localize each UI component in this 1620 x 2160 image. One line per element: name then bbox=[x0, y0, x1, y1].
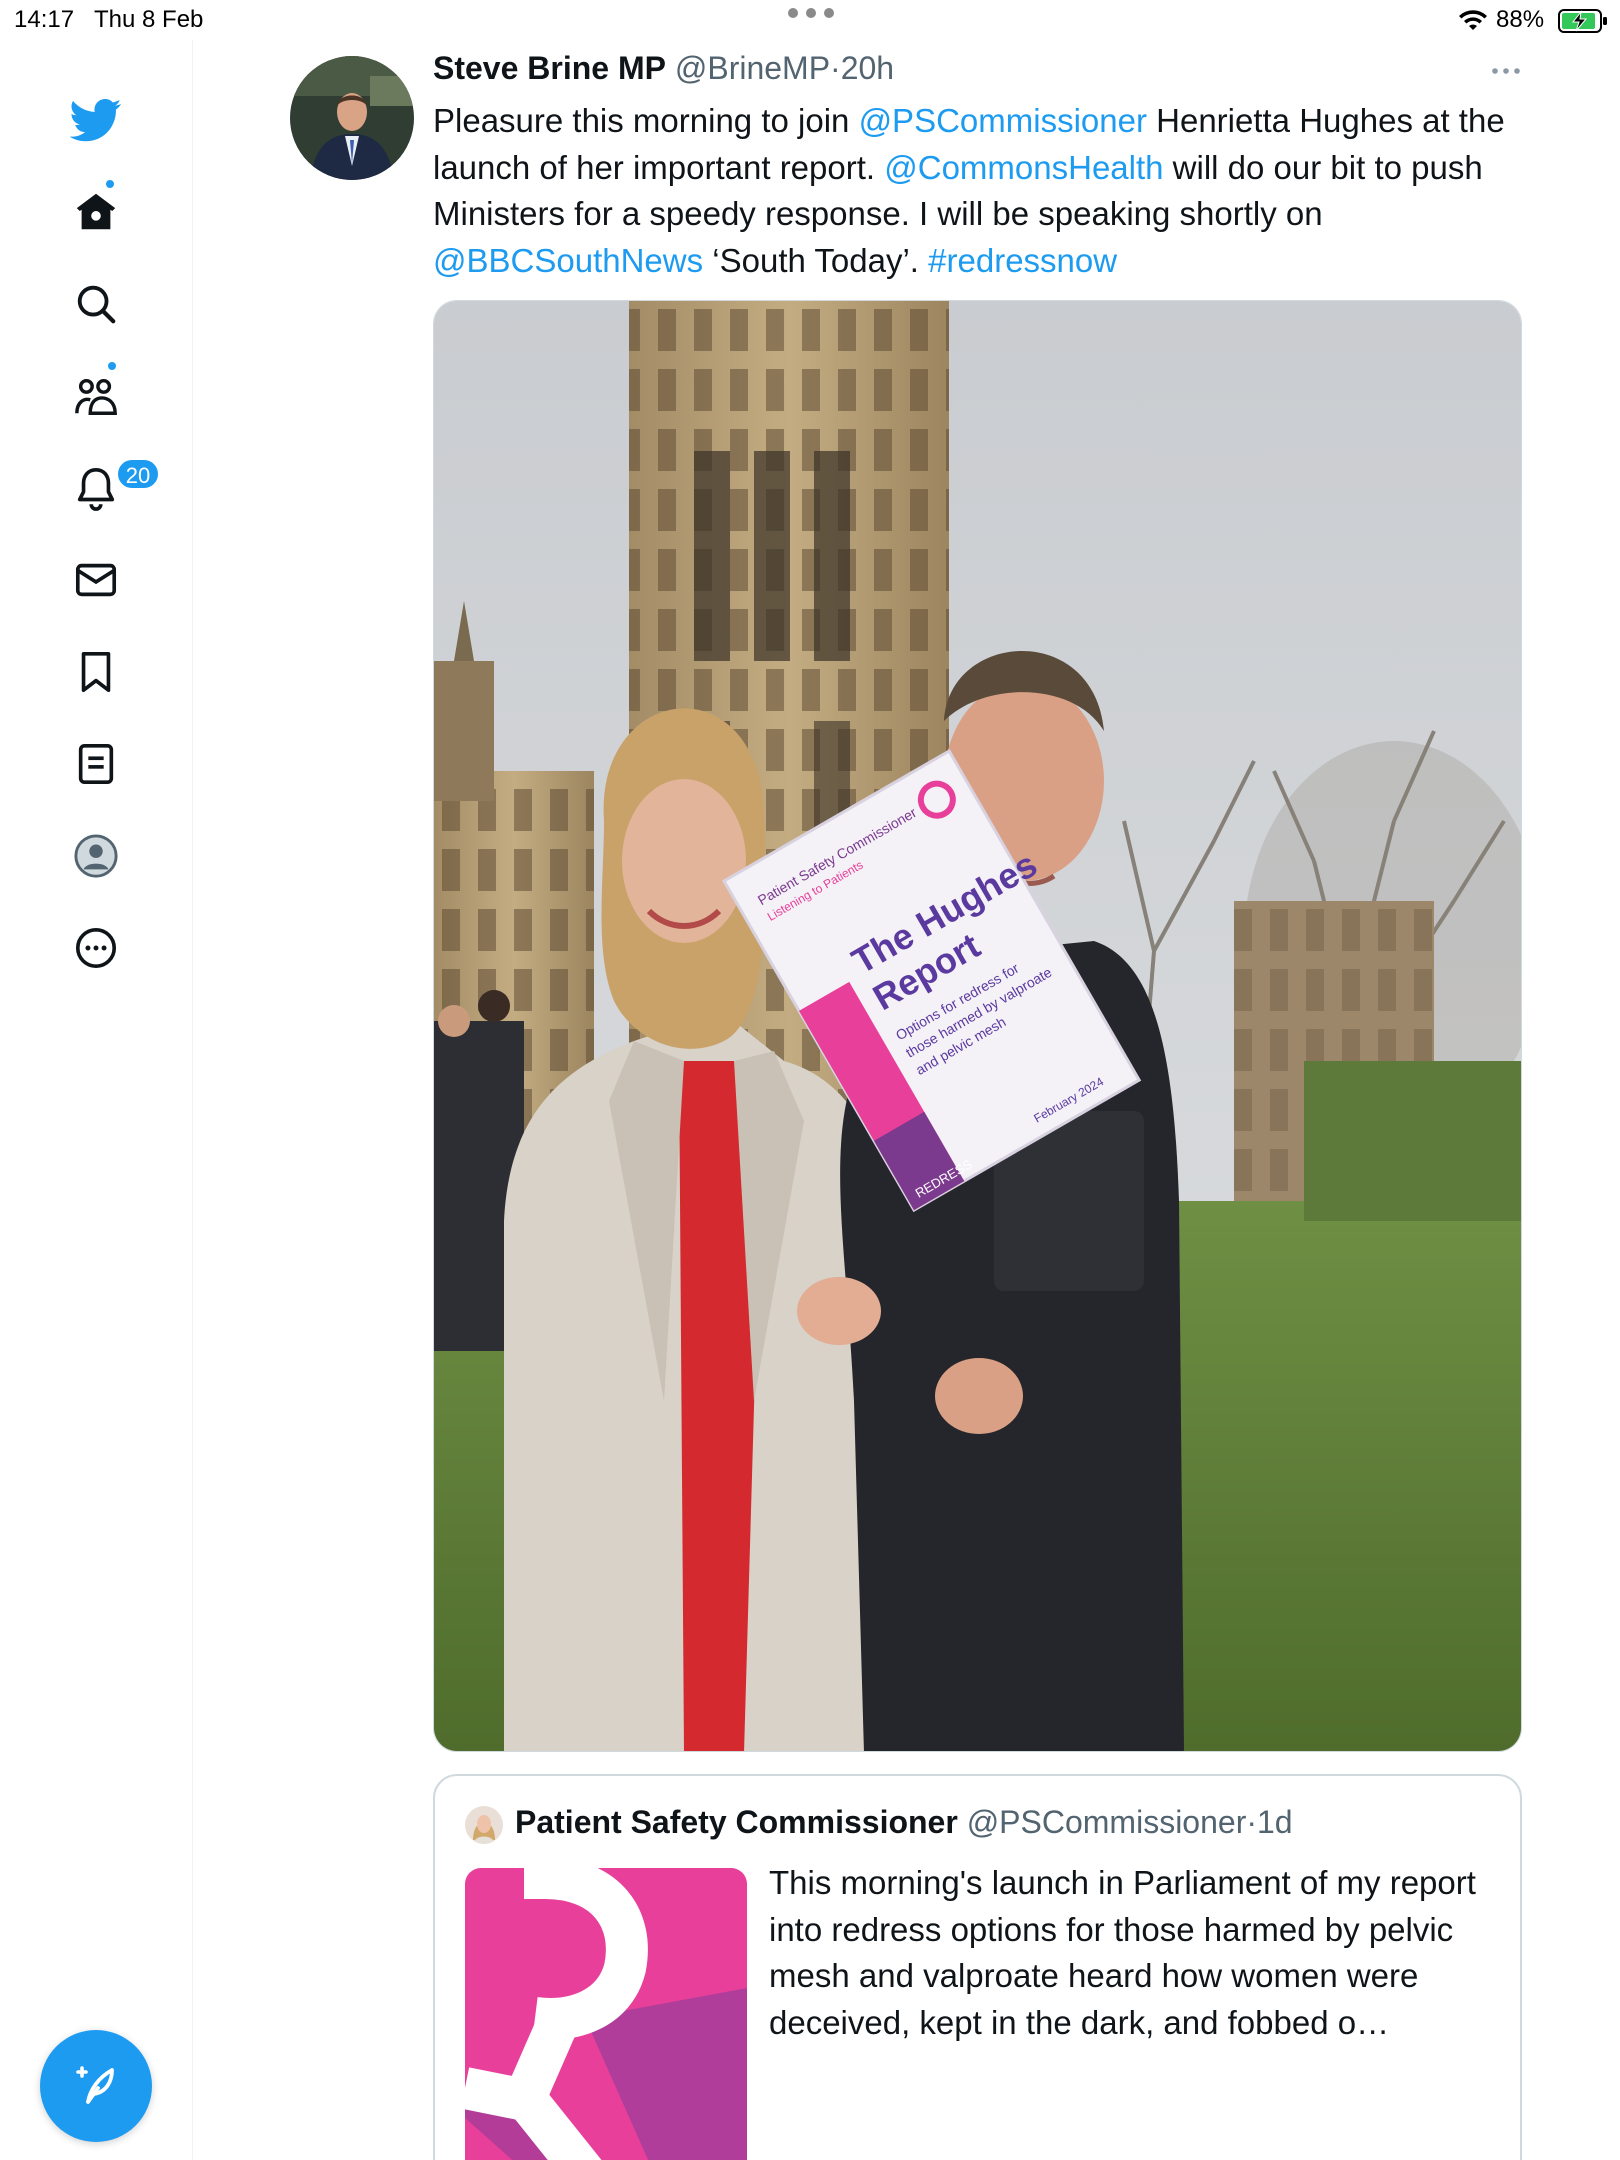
notifications-badge: 20 bbox=[116, 458, 160, 490]
search-icon bbox=[77, 285, 116, 324]
quoted-avatar-image bbox=[465, 1806, 503, 1844]
sidebar-item-communities[interactable] bbox=[66, 360, 126, 426]
tweet-text-part: Pleasure this morning to join bbox=[433, 102, 859, 139]
author-handle[interactable]: @BrineMP bbox=[675, 50, 830, 86]
quoted-tweet[interactable]: Patient Safety Commissioner @PSCommissio… bbox=[433, 1774, 1522, 2160]
status-time: 14:17 bbox=[14, 6, 75, 33]
tweet-timestamp[interactable]: 20h bbox=[841, 50, 894, 86]
home-icon bbox=[76, 193, 116, 230]
tweet-header: Steve Brine MP @BrineMP·20h bbox=[433, 50, 894, 90]
avatar-image bbox=[290, 56, 414, 180]
multitasking-dots-icon[interactable] bbox=[788, 8, 834, 20]
author-avatar[interactable] bbox=[290, 56, 414, 180]
author-name[interactable]: Steve Brine MP bbox=[433, 50, 666, 86]
home-new-dot bbox=[104, 178, 116, 190]
sidebar-item-home[interactable] bbox=[66, 178, 126, 242]
bookmark-icon bbox=[81, 651, 111, 693]
tweet-text-part: ‘South Today’. bbox=[703, 241, 929, 279]
mention-pscommissioner[interactable]: @PSCommissioner bbox=[859, 102, 1147, 139]
battery-charging-icon bbox=[1558, 9, 1607, 33]
photo-image: Patient Safety Commissioner Listening to… bbox=[434, 301, 1521, 1751]
profile-icon bbox=[74, 834, 118, 878]
quoted-author-avatar bbox=[465, 1806, 503, 1844]
sidebar-nav: 20 bbox=[0, 40, 193, 2160]
redress-logo-image bbox=[465, 1868, 747, 2160]
sidebar-item-more[interactable] bbox=[66, 918, 126, 978]
status-bar: 14:17 Thu 8 Feb 88% bbox=[0, 0, 1620, 40]
quoted-header-separator: · bbox=[1246, 1804, 1257, 1840]
tweet-more-icon[interactable] bbox=[1488, 58, 1524, 84]
compose-feather-icon bbox=[76, 2066, 114, 2104]
sidebar-item-notifications[interactable]: 20 bbox=[66, 458, 160, 518]
sidebar-item-lists[interactable] bbox=[66, 734, 126, 794]
tweet-text: Pleasure this morning to join @PSCommiss… bbox=[433, 98, 1523, 284]
battery-percent: 88% bbox=[1496, 6, 1545, 33]
bell-icon bbox=[77, 467, 115, 511]
quoted-author-handle[interactable]: @PSCommissioner bbox=[967, 1804, 1247, 1840]
header-separator: · bbox=[830, 50, 841, 86]
quoted-tweet-timestamp[interactable]: 1d bbox=[1257, 1804, 1293, 1840]
mention-commonshealth[interactable]: @CommonsHealth bbox=[884, 149, 1163, 186]
more-circle-icon bbox=[75, 927, 117, 969]
twitter-logo-link[interactable] bbox=[66, 90, 126, 150]
wifi-icon bbox=[1459, 10, 1487, 30]
quoted-author-name[interactable]: Patient Safety Commissioner bbox=[515, 1804, 958, 1840]
mention-bbcsouthnews[interactable]: @BBCSouthNews bbox=[433, 242, 703, 279]
tweet-photo[interactable]: Patient Safety Commissioner Listening to… bbox=[433, 300, 1522, 1752]
sidebar-item-messages[interactable] bbox=[66, 550, 126, 610]
status-date: Thu 8 Feb bbox=[94, 6, 204, 33]
quoted-tweet-image[interactable] bbox=[465, 1868, 747, 2160]
communities-new-dot bbox=[106, 360, 118, 372]
sidebar-item-explore[interactable] bbox=[66, 274, 126, 334]
communities-icon bbox=[75, 378, 117, 415]
hashtag-redressnow[interactable]: #redressnow bbox=[928, 242, 1117, 279]
list-icon bbox=[78, 743, 114, 785]
bird-icon bbox=[70, 98, 122, 142]
quoted-tweet-header: Patient Safety Commissioner @PSCommissio… bbox=[515, 1804, 1293, 1841]
sidebar-item-profile[interactable] bbox=[66, 826, 126, 886]
quoted-tweet-text: This morning's launch in Parliament of m… bbox=[769, 1864, 1476, 2041]
envelope-icon bbox=[75, 563, 117, 597]
sidebar-item-bookmarks[interactable] bbox=[66, 642, 126, 702]
compose-tweet-button[interactable] bbox=[40, 2030, 152, 2142]
